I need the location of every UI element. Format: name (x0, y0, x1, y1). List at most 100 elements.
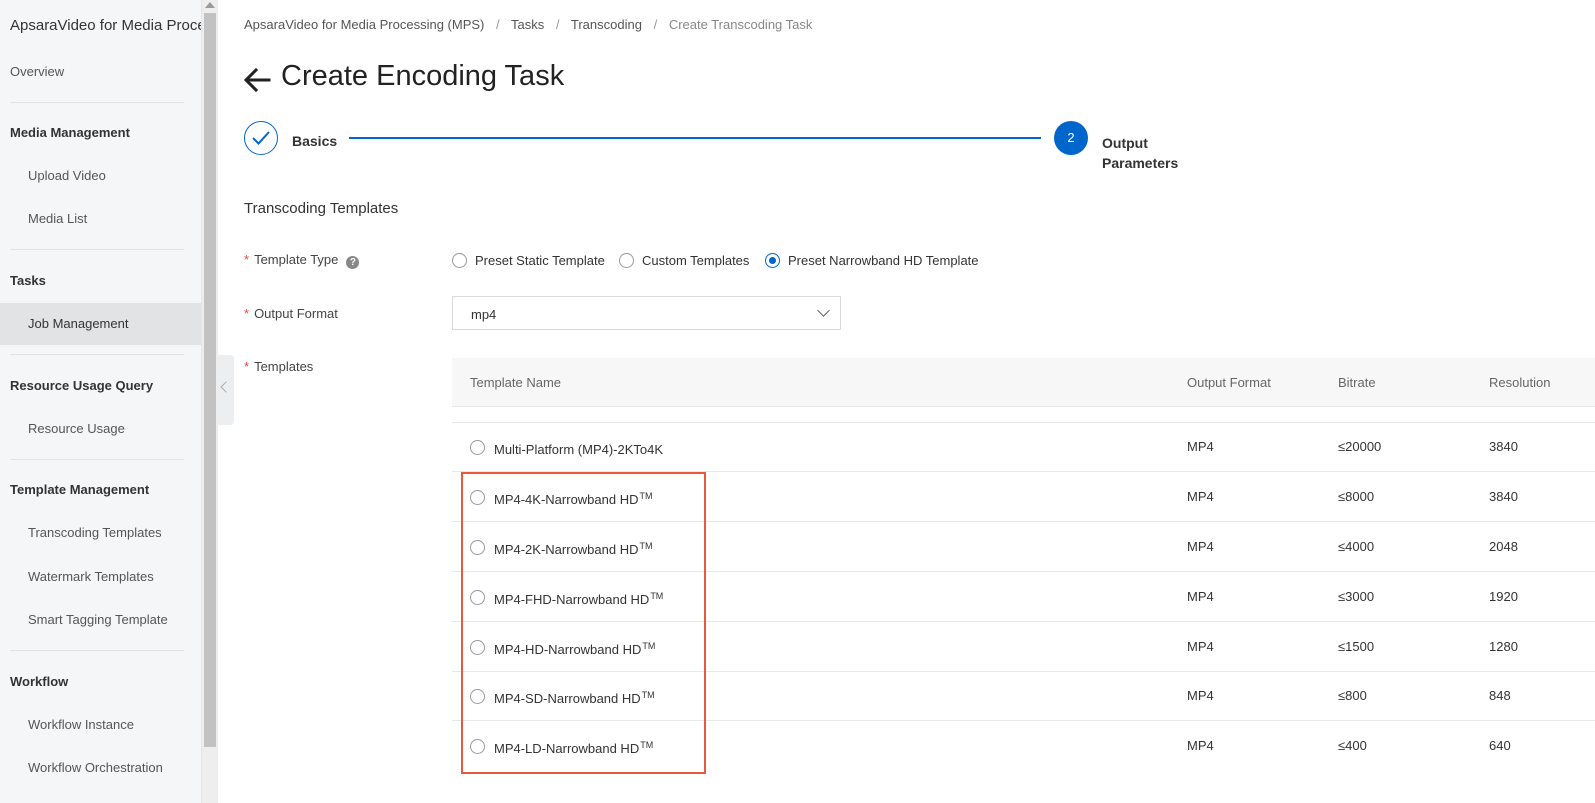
required-mark: * (244, 252, 250, 267)
radio-custom-templates[interactable]: Custom Templates (619, 253, 749, 268)
template-resolution: 1920 (1489, 589, 1518, 604)
template-name: MP4-LD-Narrowband HDTM (494, 740, 654, 756)
sidebar-item-overview[interactable]: Overview (0, 51, 201, 93)
radio-preset-static[interactable]: Preset Static Template (452, 253, 605, 268)
row-radio[interactable] (470, 440, 485, 455)
template-format: MP4 (1187, 738, 1214, 753)
sidebar-divider (10, 459, 184, 460)
radio-label: Preset Static Template (475, 253, 605, 268)
sidebar-item-watermark-templates[interactable]: Watermark Templates (0, 556, 201, 598)
breadcrumb: ApsaraVideo for Media Processing (MPS) /… (244, 17, 812, 32)
radio-circle-checked[interactable] (765, 253, 780, 268)
breadcrumb-separator: / (653, 17, 658, 32)
sidebar-group-resource-usage[interactable]: Resource Usage Query (10, 378, 153, 393)
sidebar: ApsaraVideo for Media Processing Overvie… (0, 0, 202, 803)
output-format-label-text: Output Format (254, 306, 338, 321)
back-arrow-icon[interactable] (243, 67, 271, 93)
template-resolution: 1280 (1489, 639, 1518, 654)
radio-circle[interactable] (619, 253, 634, 268)
chevron-down-icon (817, 304, 830, 317)
help-icon[interactable]: ? (346, 256, 360, 269)
template-name: MP4-2K-Narrowband HDTM (494, 541, 653, 557)
section-title: Transcoding Templates (244, 200, 399, 217)
sidebar-group-media[interactable]: Media Management (10, 125, 130, 140)
required-mark: * (244, 306, 250, 321)
table-row[interactable]: Multi-Platform (MP4)-2KTo4K MP4 ≤20000 3… (452, 422, 1595, 472)
sidebar-item-resource-usage[interactable]: Resource Usage (0, 408, 201, 450)
page-title: Create Encoding Task (281, 60, 565, 92)
row-radio[interactable] (470, 540, 485, 555)
sidebar-item-transcoding-templates[interactable]: Transcoding Templates (0, 512, 201, 554)
step-basics-complete (244, 121, 278, 155)
step-output-label: Output Parameters (1102, 135, 1179, 171)
template-name: Multi-Platform (MP4)-2KTo4K (494, 442, 664, 457)
sidebar-divider (10, 249, 184, 250)
check-icon (252, 131, 270, 145)
template-name: MP4-4K-Narrowband HDTM (494, 491, 653, 507)
template-type-label: * Template Type? (244, 252, 360, 269)
table-row[interactable]: MP4-LD-Narrowband HDTM MP4 ≤400 640 (452, 721, 1595, 771)
template-bitrate: ≤3000 (1338, 589, 1375, 604)
sidebar-divider (10, 354, 184, 355)
template-resolution: 640 (1489, 738, 1511, 753)
output-format-select[interactable]: mp4 (452, 296, 841, 330)
breadcrumb-transcoding[interactable]: Transcoding (571, 17, 642, 32)
templates-label-text: Templates (254, 359, 314, 374)
template-bitrate: ≤4000 (1338, 539, 1375, 554)
radio-circle[interactable] (452, 253, 467, 268)
row-radio[interactable] (470, 689, 485, 704)
template-name: MP4-SD-Narrowband HDTM (494, 690, 655, 706)
table-header: Template Name Output Format Bitrate Reso… (452, 358, 1595, 407)
sidebar-item-job-management[interactable]: Job Management (0, 303, 201, 345)
template-bitrate: ≤20000 (1338, 439, 1382, 454)
template-bitrate: ≤8000 (1338, 489, 1375, 504)
sidebar-collapse-button[interactable] (218, 355, 234, 425)
template-format: MP4 (1187, 589, 1214, 604)
radio-label: Preset Narrowband HD Template (788, 253, 979, 268)
template-bitrate: ≤1500 (1338, 639, 1375, 654)
header-output-format: Output Format (1187, 375, 1271, 390)
template-format: MP4 (1187, 688, 1214, 703)
header-template-name: Template Name (470, 375, 562, 390)
sidebar-item-media-list[interactable]: Media List (0, 198, 201, 240)
row-radio[interactable] (470, 590, 485, 605)
sidebar-item-upload-video[interactable]: Upload Video (0, 155, 201, 197)
sidebar-divider (10, 102, 184, 103)
row-radio[interactable] (470, 640, 485, 655)
sidebar-item-workflow-instance[interactable]: Workflow Instance (0, 704, 201, 746)
template-bitrate: ≤800 (1338, 688, 1367, 703)
template-resolution: 3840 (1489, 439, 1518, 454)
sidebar-divider (10, 650, 184, 651)
table-row[interactable]: MP4-2K-Narrowband HDTM MP4 ≤4000 2048 (452, 522, 1595, 572)
table-row[interactable]: MP4-SD-Narrowband HDTM MP4 ≤800 848 (452, 671, 1595, 721)
sidebar-group-workflow[interactable]: Workflow (10, 674, 68, 689)
template-format: MP4 (1187, 439, 1214, 454)
required-mark: * (244, 359, 250, 374)
radio-preset-narrowband[interactable]: Preset Narrowband HD Template (765, 253, 979, 268)
chevron-left-icon (220, 381, 232, 393)
template-resolution: 848 (1489, 688, 1511, 703)
table-row[interactable]: MP4-4K-Narrowband HDTM MP4 ≤8000 3840 (452, 472, 1595, 522)
breadcrumb-tasks[interactable]: Tasks (511, 17, 544, 32)
template-name: MP4-FHD-Narrowband HDTM (494, 591, 664, 607)
table-row[interactable]: MP4-FHD-Narrowband HDTM MP4 ≤3000 1920 (452, 572, 1595, 622)
sidebar-item-workflow-orchestration[interactable]: Workflow Orchestration (0, 747, 201, 789)
row-radio[interactable] (470, 490, 485, 505)
sidebar-group-template-management[interactable]: Template Management (10, 482, 149, 497)
radio-label: Custom Templates (642, 253, 750, 268)
row-radio[interactable] (470, 739, 485, 754)
template-resolution: 3840 (1489, 489, 1518, 504)
template-name: MP4-HD-Narrowband HDTM (494, 641, 656, 657)
template-format: MP4 (1187, 539, 1214, 554)
sidebar-item-smart-tagging[interactable]: Smart Tagging Template (0, 599, 201, 641)
sidebar-scrollbar-thumb[interactable] (204, 13, 216, 747)
scroll-up-arrow-icon[interactable] (205, 2, 215, 8)
template-format: MP4 (1187, 489, 1214, 504)
breadcrumb-current: Create Transcoding Task (668, 17, 813, 32)
breadcrumb-mps[interactable]: ApsaraVideo for Media Processing (MPS) (244, 17, 484, 32)
template-format: MP4 (1187, 639, 1214, 654)
step-basics-label: Basics (292, 133, 338, 149)
table-row[interactable]: MP4-HD-Narrowband HDTM MP4 ≤1500 1280 (452, 622, 1595, 672)
sidebar-group-tasks[interactable]: Tasks (10, 273, 46, 288)
output-format-label: * Output Format (244, 306, 338, 321)
